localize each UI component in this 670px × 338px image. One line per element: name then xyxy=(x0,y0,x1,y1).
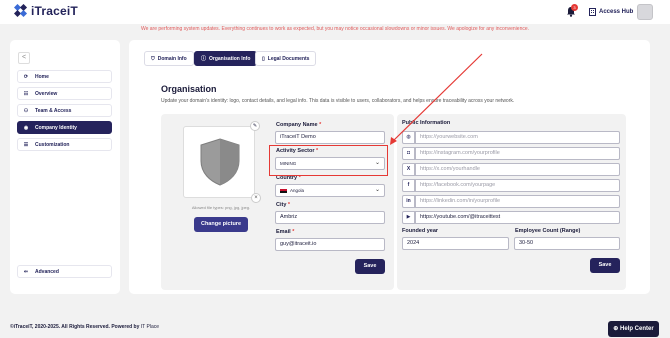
change-picture-button[interactable]: Change picture xyxy=(194,217,248,232)
angola-flag-icon xyxy=(280,188,287,193)
instagram-icon: ◘ xyxy=(402,147,415,160)
info-icon: ⓘ xyxy=(201,56,207,62)
collapse-sidebar-button[interactable]: < xyxy=(18,52,30,64)
top-bar: iTraceiT 3 Access Hub xyxy=(0,0,670,24)
email-field[interactable]: guy@itraceit.io xyxy=(275,238,385,251)
sidebar-item-label: Home xyxy=(35,73,49,80)
sidebar-item-label: Company Identity xyxy=(35,124,77,131)
email-label: Email * xyxy=(276,229,295,235)
website-field[interactable]: https://yourwebsite.com xyxy=(415,131,620,144)
logo-icon xyxy=(14,4,28,18)
access-hub-label: Access Hub xyxy=(599,9,634,15)
save-public-info-button[interactable]: Save xyxy=(590,258,620,273)
remove-logo-button[interactable]: × xyxy=(251,193,261,203)
annotation-highlight-box xyxy=(269,145,388,176)
allowed-file-types: Allowed file types: png, jpg, jpeg. xyxy=(191,205,251,210)
sliders-icon: ⇐ xyxy=(23,268,29,275)
youtube-field[interactable]: https://youtube.com/@itraceittest xyxy=(415,211,620,224)
tab-label: Domain Info xyxy=(157,55,187,62)
powered-by-link[interactable]: IT Place xyxy=(141,324,159,330)
building-icon xyxy=(589,8,596,16)
list-icon: ☰ xyxy=(23,141,29,148)
facebook-field[interactable]: https://facebook.com/yourpage xyxy=(415,179,620,192)
app-logo[interactable]: iTraceiT xyxy=(14,4,78,18)
employee-count-label: Employee Count (Range) xyxy=(515,228,581,234)
users-icon: ⚇ xyxy=(23,107,29,114)
globe-icon: ◍ xyxy=(402,131,415,144)
help-center-button[interactable]: ⊕ Help Center xyxy=(608,321,659,337)
edit-logo-button[interactable]: ✎ xyxy=(250,121,260,131)
document-icon: ▯ xyxy=(262,55,265,62)
sidebar-item-home[interactable]: ⟳ Home xyxy=(17,70,112,83)
country-select[interactable]: Angola ⌄ xyxy=(275,184,385,197)
city-label: City * xyxy=(276,202,291,208)
sidebar-item-advanced[interactable]: ⇐ Advanced xyxy=(17,265,112,278)
instagram-field[interactable]: https://instagram.com/yourprofile xyxy=(415,147,620,160)
sidebar-item-label: Overview xyxy=(35,90,58,97)
id-icon: ◉ xyxy=(23,124,29,131)
x-icon: X xyxy=(402,163,415,176)
sidebar-item-label: Team & Access xyxy=(35,107,72,114)
employee-count-field[interactable]: 30-50 xyxy=(514,237,620,250)
x-field[interactable]: https://x.com/yourhandle xyxy=(415,163,620,176)
logo-preview xyxy=(183,126,255,198)
linkedin-field[interactable]: https://linkedin.com/in/yourprofile xyxy=(415,195,620,208)
user-avatar[interactable] xyxy=(637,4,653,20)
close-icon: × xyxy=(254,195,258,201)
founded-year-field[interactable]: 2024 xyxy=(402,237,509,250)
sidebar-item-company-identity[interactable]: ◉ Company Identity xyxy=(17,121,112,134)
notification-badge: 3 xyxy=(571,4,578,11)
tab-organisation-info[interactable]: ⓘ Organisation Info xyxy=(194,51,258,66)
pencil-icon: ✎ xyxy=(252,123,258,129)
footer: ©iTraceiT, 2020-2025. All Rights Reserve… xyxy=(10,324,160,330)
grid-icon: ☷ xyxy=(23,90,29,97)
public-info-title: Public Information xyxy=(402,120,451,126)
sidebar-item-customization[interactable]: ☰ Customization xyxy=(17,138,112,151)
sidebar-item-label: Customization xyxy=(35,141,70,148)
logo-text: iTraceiT xyxy=(31,4,78,18)
shield-placeholder-icon xyxy=(200,138,240,186)
access-hub-link[interactable]: Access Hub xyxy=(589,8,633,16)
maintenance-banner: We are performing system updates. Everyt… xyxy=(140,26,530,32)
tab-domain-info[interactable]: ⛉ Domain Info xyxy=(144,51,194,66)
sidebar: < ⟳ Home ☷ Overview ⚇ Team & Access ◉ Compan… xyxy=(10,40,120,294)
youtube-icon: ▶ xyxy=(402,211,415,224)
save-organisation-button[interactable]: Save xyxy=(355,259,385,274)
city-field[interactable]: Ambriz xyxy=(275,211,385,224)
tab-label: Organisation Info xyxy=(209,55,251,62)
sidebar-item-overview[interactable]: ☷ Overview xyxy=(17,87,112,100)
facebook-icon: f xyxy=(402,179,415,192)
help-icon: ⊕ xyxy=(613,326,619,332)
main-content: ⛉ Domain Info ⓘ Organisation Info ▯ Legal D… xyxy=(129,40,650,294)
sidebar-item-label: Advanced xyxy=(35,268,59,275)
company-name-field[interactable]: iTraceiT Demo xyxy=(275,131,385,144)
tab-legal-documents[interactable]: ▯ Legal Documents xyxy=(255,51,317,66)
linkedin-icon: in xyxy=(402,195,415,208)
page-title: Organisation xyxy=(161,84,217,94)
company-name-label: Company Name * xyxy=(276,122,322,128)
tab-label: Legal Documents xyxy=(267,55,310,62)
page-subtitle: Update your domain's identity: logo, con… xyxy=(161,98,515,104)
home-icon: ⟳ xyxy=(23,73,29,80)
shield-icon: ⛉ xyxy=(151,55,155,62)
founded-year-label: Founded year xyxy=(402,228,439,234)
sidebar-item-team-access[interactable]: ⚇ Team & Access xyxy=(17,104,112,117)
chevron-down-icon: ⌄ xyxy=(374,187,380,193)
